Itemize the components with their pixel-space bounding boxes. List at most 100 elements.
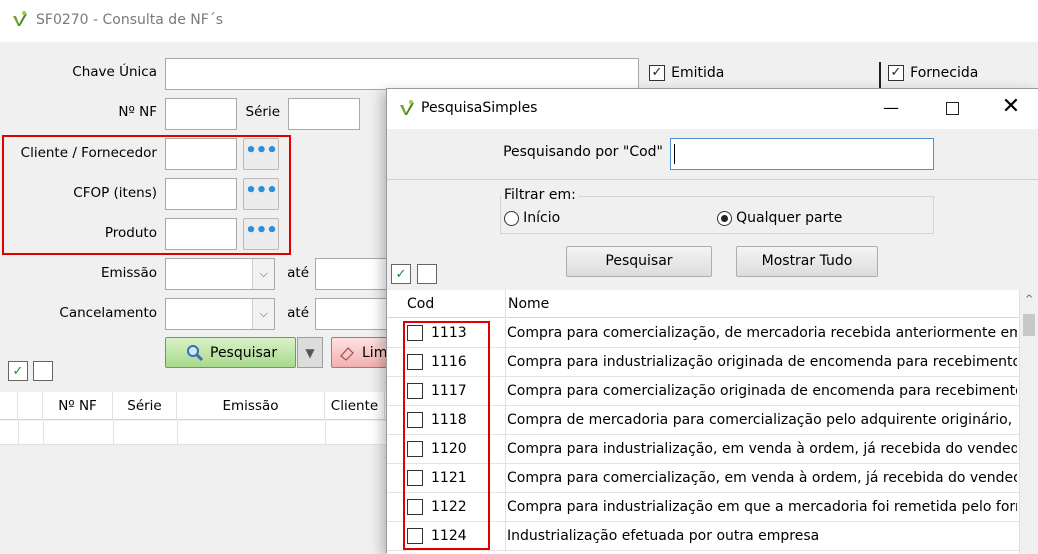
ate-label: até <box>287 305 309 321</box>
grid-divider <box>113 421 114 445</box>
scroll-thumb[interactable] <box>1023 314 1035 336</box>
grid-divider <box>325 421 326 445</box>
row-nome: Industrialização efetuada por outra empr… <box>507 528 820 544</box>
row-nome: Compra para comercialização originada de… <box>507 383 1017 399</box>
row-nome: Compra para industrialização, em venda à… <box>507 441 1017 457</box>
nf-label: Nº NF <box>118 104 157 120</box>
row-nome: Compra de mercadoria para comercializaçã… <box>507 412 1017 428</box>
fornecida-label: Fornecida <box>910 65 979 81</box>
col-cod[interactable]: Cod <box>407 296 434 312</box>
chave-unica-input[interactable] <box>165 58 639 90</box>
minimize-icon[interactable]: — <box>877 95 905 123</box>
nf-input[interactable] <box>165 98 237 130</box>
cliente-fornecedor-label: Cliente / Fornecedor <box>20 145 157 161</box>
produto-label: Produto <box>104 225 157 241</box>
ellipsis-icon: ••• <box>245 140 278 161</box>
grid-col-serie[interactable]: Série <box>113 392 177 420</box>
text-cursor <box>674 144 675 164</box>
cfop-input[interactable] <box>165 178 237 210</box>
maximize-icon[interactable] <box>946 102 959 115</box>
chave-unica-label: Chave Única <box>72 64 157 80</box>
main-grid[interactable]: Nº NF Série Emissão Cliente <box>0 392 386 553</box>
grid-header: Nº NF Série Emissão Cliente <box>0 392 386 420</box>
cliente-fornecedor-input[interactable] <box>165 138 237 170</box>
radio-qualquer-parte-label: Qualquer parte <box>736 210 843 226</box>
emissao-date-picker[interactable]: ⌵ <box>165 258 275 290</box>
pesquisar-button[interactable]: Pesquisar <box>165 337 296 368</box>
cancelamento-ate-date-picker[interactable] <box>315 298 387 330</box>
col-divider <box>505 377 506 406</box>
col-divider <box>505 435 506 464</box>
scroll-up-icon[interactable]: ^ <box>1025 294 1033 305</box>
radio-qualquer-parte[interactable]: Qualquer parte <box>717 210 842 226</box>
dialog-pesquisar-button[interactable]: Pesquisar <box>566 246 712 277</box>
eraser-icon <box>340 347 354 361</box>
cfop-lookup-button[interactable]: ••• <box>243 178 279 210</box>
ellipsis-icon: ••• <box>245 220 278 241</box>
magnifier-icon <box>187 345 204 362</box>
grid-col-cliente[interactable]: Cliente <box>325 392 385 420</box>
select-none-icon[interactable] <box>417 264 437 284</box>
row-nome: Compra para industrialização originada d… <box>507 354 1017 370</box>
checkmark-icon: ✓ <box>888 65 904 81</box>
grid-header: Cod Nome <box>387 290 1019 318</box>
table-row[interactable] <box>0 421 386 445</box>
emissao-label: Emissão <box>100 265 157 281</box>
search-label: Pesquisando por "Cod" <box>503 144 663 160</box>
chevron-down-icon[interactable]: ⌵ <box>252 299 274 329</box>
separator <box>879 62 881 88</box>
radio-inicio-label: Início <box>523 210 561 226</box>
row-nome: Compra para comercialização, em venda à … <box>507 470 1017 486</box>
serie-label: Série <box>245 104 280 120</box>
limpar-button[interactable]: Lim <box>331 337 387 368</box>
cancelamento-date-picker[interactable]: ⌵ <box>165 298 275 330</box>
row-nome: Compra para comercialização, de mercador… <box>507 325 1017 341</box>
select-all-icon[interactable]: ✓ <box>391 264 411 284</box>
col-divider <box>505 493 506 522</box>
cfop-label: CFOP (itens) <box>73 185 157 201</box>
search-input[interactable] <box>670 138 934 170</box>
grid-divider <box>43 421 44 445</box>
mostrar-tudo-button[interactable]: Mostrar Tudo <box>736 246 878 277</box>
dialog-titlebar: PesquisaSimples — ✕ <box>387 89 1038 129</box>
results-grid[interactable]: Cod Nome 1113 Compra para comercialização… <box>387 290 1038 554</box>
emitida-label: Emitida <box>671 65 725 81</box>
emitida-checkbox[interactable]: ✓ Emitida <box>649 65 724 81</box>
window-title: SF0270 - Consulta de NF´s <box>36 12 224 28</box>
pesquisar-label: Pesquisar <box>210 345 278 361</box>
chevron-down-icon[interactable]: ⌵ <box>252 259 274 289</box>
produto-input[interactable] <box>165 218 237 250</box>
col-divider <box>505 464 506 493</box>
filter-label: Filtrar em: <box>502 187 578 203</box>
main-titlebar: SF0270 - Consulta de NF´s <box>0 0 1038 42</box>
col-divider <box>505 290 506 318</box>
grid-divider <box>177 421 178 445</box>
select-all-icon[interactable]: ✓ <box>8 361 28 381</box>
highlight-frame <box>403 321 490 550</box>
col-nome[interactable]: Nome <box>508 296 549 312</box>
serie-input[interactable] <box>288 98 360 130</box>
radio-off-icon <box>504 210 519 226</box>
select-none-icon[interactable] <box>33 361 53 381</box>
cliente-lookup-button[interactable]: ••• <box>243 138 279 170</box>
row-nome: Compra para industrialização em que a me… <box>507 499 1017 515</box>
fornecida-checkbox[interactable]: ✓ Fornecida <box>888 65 978 81</box>
grid-col-nf[interactable]: Nº NF <box>43 392 113 420</box>
grid-col-emissao[interactable]: Emissão <box>177 392 325 420</box>
limpar-label: Lim <box>362 345 387 361</box>
app-logo-icon <box>400 100 414 115</box>
radio-inicio[interactable]: Início <box>504 210 560 226</box>
produto-lookup-button[interactable]: ••• <box>243 218 279 250</box>
ate-label: até <box>287 265 309 281</box>
grid-check-col <box>18 392 43 420</box>
pesquisar-options-button[interactable]: ▼ <box>297 337 323 368</box>
close-icon[interactable]: ✕ <box>999 93 1023 121</box>
radio-on-icon <box>717 210 732 226</box>
col-divider <box>505 348 506 377</box>
col-divider <box>505 319 506 348</box>
ellipsis-icon: ••• <box>245 180 278 201</box>
grid-divider <box>18 421 19 445</box>
vertical-scrollbar[interactable]: ^ <box>1019 290 1038 554</box>
emissao-ate-date-picker[interactable] <box>315 258 387 290</box>
dialog-title: PesquisaSimples <box>421 100 538 116</box>
